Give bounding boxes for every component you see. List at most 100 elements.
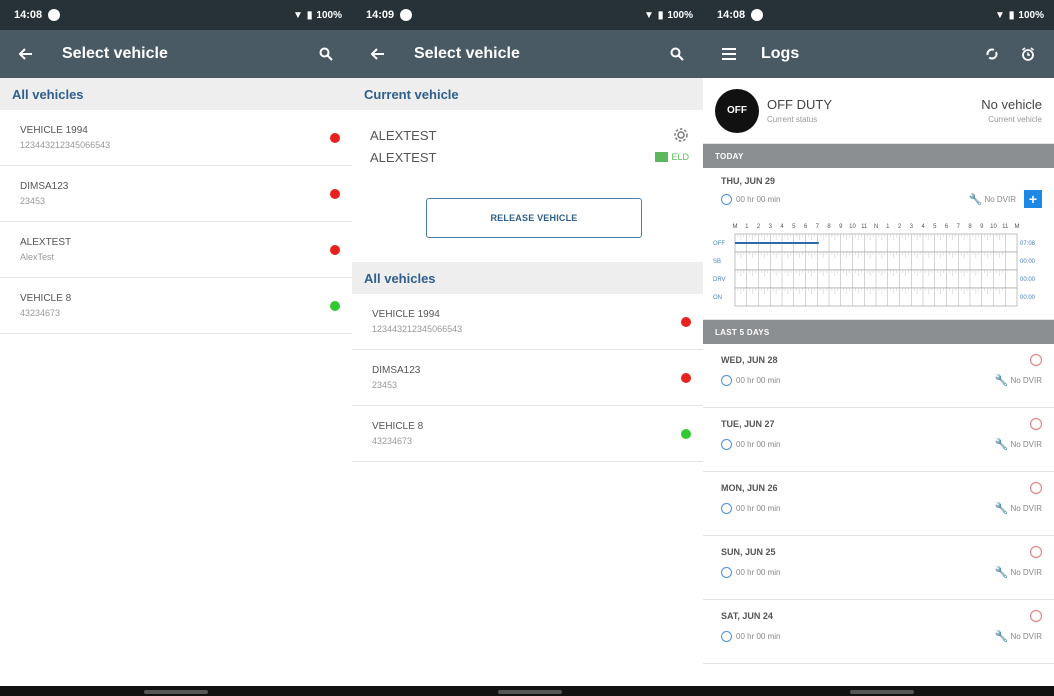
home-gesture-pill[interactable]: [498, 690, 562, 694]
grid-hour-label: 6: [945, 224, 949, 230]
vehicle-vin: 23453: [20, 196, 46, 206]
past-days-list: WED, JUN 28 00 hr 00 min 🔧 No DVIR TUE, JU…: [703, 344, 1054, 664]
warning-icon: [1030, 418, 1042, 430]
grid-hour-label: M: [1015, 224, 1020, 230]
day-log-row[interactable]: SAT, JUN 24 00 hr 00 min 🔧 No DVIR: [703, 600, 1054, 664]
battery-icon: ▮: [306, 9, 313, 21]
grid-hour-label: 5: [933, 224, 937, 230]
vehicle-name: VEHICLE 1994: [372, 309, 440, 320]
wifi-icon: ▼: [995, 9, 1005, 21]
day-log-row[interactable]: SUN, JUN 25 00 hr 00 min 🔧 No DVIR: [703, 536, 1054, 600]
grid-hour-label: 1: [745, 224, 749, 230]
status-dot-offline: [681, 372, 691, 383]
back-arrow-icon[interactable]: [364, 40, 392, 68]
today-log[interactable]: THU, JUN 29 00 hr 00 min 🔧 No DVIR + M 1 2…: [703, 168, 1054, 320]
grid-hour-label: 11: [1002, 224, 1009, 230]
day-duration: 00 hr 00 min: [736, 568, 781, 577]
vehicle-row[interactable]: VEHICLE 8 43234673: [0, 278, 352, 334]
warning-icon: [1030, 610, 1042, 622]
day-duration: 00 hr 00 min: [736, 504, 781, 513]
warning-icon: [1030, 482, 1042, 494]
grid-hour-label: 2: [898, 224, 902, 230]
day-date: SAT, JUN 24: [721, 611, 773, 621]
day-log-row[interactable]: TUE, JUN 27 00 hr 00 min 🔧 No DVIR: [703, 408, 1054, 472]
grid-hour-label: 10: [849, 224, 856, 230]
plus-icon[interactable]: +: [1024, 190, 1042, 208]
grid-hour-label: 3: [910, 224, 914, 230]
back-arrow-icon[interactable]: [12, 40, 40, 68]
battery-level: 100%: [316, 9, 342, 21]
search-icon[interactable]: [312, 40, 340, 68]
clock-icon: [721, 567, 732, 578]
battery-level: 100%: [667, 9, 693, 21]
select-vehicle-screen-2: 14:09 ▼ ▮ 100% Select vehicle Current ve…: [352, 0, 703, 696]
current-status-row[interactable]: OFF OFF DUTY Current status No vehicle C…: [703, 78, 1054, 144]
grid-hour-label: 6: [804, 224, 808, 230]
vehicle-vin: 23453: [372, 380, 398, 390]
warning-icon: [1030, 354, 1042, 366]
day-dvir: No DVIR: [1010, 376, 1042, 385]
wrench-icon: 🔧: [994, 439, 1009, 451]
wrench-icon: 🔧: [994, 631, 1009, 643]
release-vehicle-button[interactable]: RELEASE VEHICLE: [426, 198, 642, 238]
battery-icon: ▮: [657, 9, 664, 21]
grid-hour-label: 2: [757, 224, 761, 230]
vehicle-list: VEHICLE 1994 123443212345066543 DIMSA123 2…: [0, 110, 352, 334]
home-gesture-pill[interactable]: [850, 690, 914, 694]
status-right: ▼ ▮ 100%: [644, 10, 693, 21]
vehicle-name: DIMSA123: [372, 365, 421, 376]
grid-hour-label: N: [874, 224, 878, 230]
grid-hour-label: 8: [968, 224, 972, 230]
today-header: TODAY: [703, 144, 1054, 168]
wrench-icon: 🔧: [994, 375, 1009, 387]
day-date: WED, JUN 28: [721, 355, 778, 365]
search-icon[interactable]: [663, 40, 691, 68]
home-gesture-pill[interactable]: [144, 690, 208, 694]
vehicle-row[interactable]: DIMSA123 23453: [352, 350, 703, 406]
grid-hour-label: 9: [980, 224, 984, 230]
day-log-row[interactable]: MON, JUN 26 00 hr 00 min 🔧 No DVIR: [703, 472, 1054, 536]
wrench-icon: 🔧: [994, 567, 1009, 579]
vehicle-row[interactable]: VEHICLE 1994 123443212345066543: [0, 110, 352, 166]
vehicle-vin: 43234673: [372, 436, 413, 446]
battery-icon: ▮: [1008, 9, 1015, 21]
today-date: THU, JUN 29: [721, 176, 776, 186]
status-time: 14:09: [366, 9, 395, 21]
grid-row-label: DRV: [713, 277, 726, 283]
grid-row-total: 00:00: [1020, 259, 1036, 265]
sync-icon[interactable]: [978, 40, 1006, 68]
status-time: 14:08: [717, 9, 746, 21]
alarm-icon[interactable]: [1014, 40, 1042, 68]
status-right: ▼ ▮ 100%: [995, 10, 1044, 21]
grid-hour-label: 11: [861, 224, 868, 230]
grid-row-total: 00:00: [1020, 295, 1036, 301]
status-dot-offline: [330, 132, 340, 143]
gear-icon[interactable]: [673, 127, 689, 143]
vehicle-row[interactable]: VEHICLE 8 43234673: [352, 406, 703, 462]
status-time: 14:08: [14, 9, 43, 21]
select-vehicle-screen-1: 14:08 ▼ ▮ 100% Select vehicle All vehicl…: [0, 0, 352, 696]
vehicle-name: VEHICLE 8: [372, 421, 424, 432]
clock-icon: [721, 503, 732, 514]
current-vehicle-card: ALEXTEST ALEXTEST ELD RELEASE VEHICLE: [352, 110, 703, 262]
day-duration: 00 hr 00 min: [736, 632, 781, 641]
last-days-header: LAST 5 DAYS: [703, 320, 1054, 344]
clock-icon: [721, 375, 732, 386]
grid-row-label: ON: [713, 295, 722, 301]
day-log-row[interactable]: WED, JUN 28 00 hr 00 min 🔧 No DVIR: [703, 344, 1054, 408]
vehicle-row[interactable]: VEHICLE 1994 123443212345066543: [352, 294, 703, 350]
day-duration: 00 hr 00 min: [736, 440, 781, 449]
logs-screen: 14:08 ▼ ▮ 100% Logs OFF OFF DUTY Current…: [703, 0, 1054, 696]
grid-row-total: 00:00: [1020, 277, 1036, 283]
warning-icon: [1030, 546, 1042, 558]
wifi-icon: ▼: [293, 9, 303, 21]
menu-icon[interactable]: [715, 40, 743, 68]
app-bar: Select vehicle: [352, 30, 703, 78]
all-vehicles-header: All vehicles: [0, 78, 352, 110]
vehicle-row[interactable]: DIMSA123 23453: [0, 166, 352, 222]
vehicle-row[interactable]: ALEXTEST AlexTest: [0, 222, 352, 278]
duty-status-badge[interactable]: OFF: [715, 88, 759, 133]
grid-hour-label: 7: [816, 224, 820, 230]
vehicle-name: ALEXTEST: [20, 237, 72, 248]
notification-icon: [48, 9, 61, 21]
